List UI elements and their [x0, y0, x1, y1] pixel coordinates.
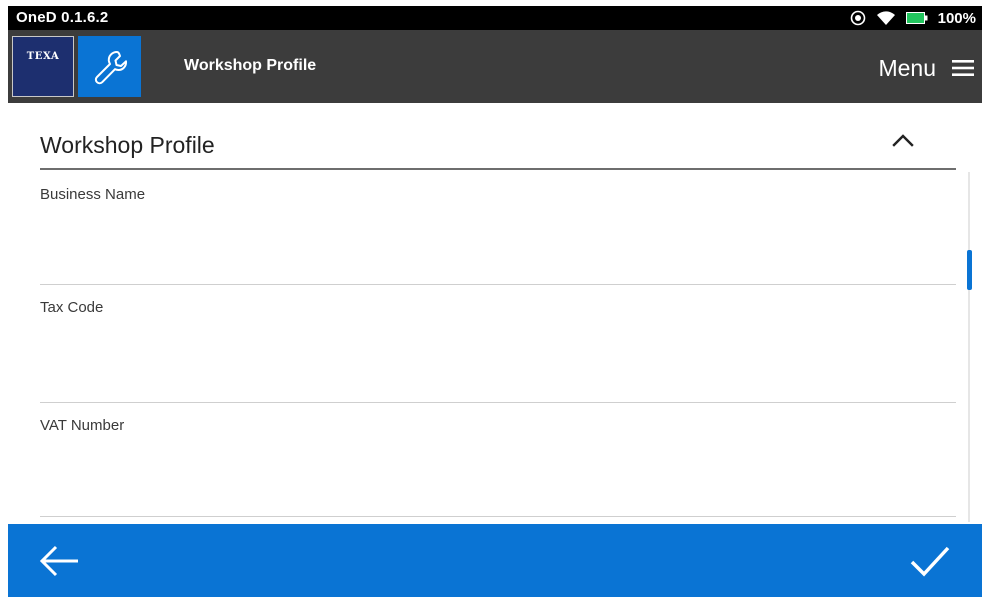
- menu-button[interactable]: Menu: [878, 50, 974, 86]
- tax-code-input[interactable]: [40, 325, 956, 385]
- texa-logo: TEXA: [12, 36, 74, 97]
- status-bar: OneD 0.1.6.2 100%: [8, 6, 982, 30]
- tax-code-label: Tax Code: [40, 299, 104, 316]
- logo-text: TEXA: [26, 51, 60, 62]
- section-title: Workshop Profile: [40, 132, 215, 158]
- arrow-left-icon: [39, 545, 78, 577]
- header-title: Workshop Profile: [184, 57, 317, 74]
- app-window: OneD 0.1.6.2 100% TEXA Workshop Profile …: [0, 0, 982, 597]
- scrollbar-thumb[interactable]: [967, 250, 972, 290]
- menu-label: Menu: [878, 54, 936, 81]
- confirm-button[interactable]: [908, 540, 952, 582]
- checkmark-icon: [910, 546, 950, 577]
- status-icons: 100%: [840, 8, 976, 28]
- scrollbar-track[interactable]: [968, 172, 970, 522]
- wrench-icon: [94, 50, 127, 84]
- vat-number-field: VAT Number: [40, 403, 956, 517]
- vat-number-label: VAT Number: [40, 417, 125, 434]
- location-icon: [850, 10, 865, 26]
- section-header[interactable]: Workshop Profile: [40, 120, 956, 170]
- app-version: OneD 0.1.6.2: [16, 9, 109, 26]
- business-name-field: Business Name: [40, 172, 956, 285]
- battery-percent: 100%: [937, 9, 976, 27]
- business-name-label: Business Name: [40, 186, 146, 203]
- back-button[interactable]: [38, 540, 82, 582]
- chevron-up-icon[interactable]: [890, 130, 916, 150]
- tool-tile[interactable]: [78, 36, 141, 97]
- business-name-input[interactable]: [40, 212, 956, 272]
- vat-number-input[interactable]: [40, 443, 956, 503]
- wifi-icon: [876, 11, 895, 25]
- hamburger-icon: [952, 60, 974, 76]
- bottom-action-bar: [8, 524, 982, 597]
- app-header: TEXA Workshop Profile Menu: [8, 30, 982, 103]
- tax-code-field: Tax Code: [40, 285, 956, 403]
- battery-icon: [905, 12, 928, 24]
